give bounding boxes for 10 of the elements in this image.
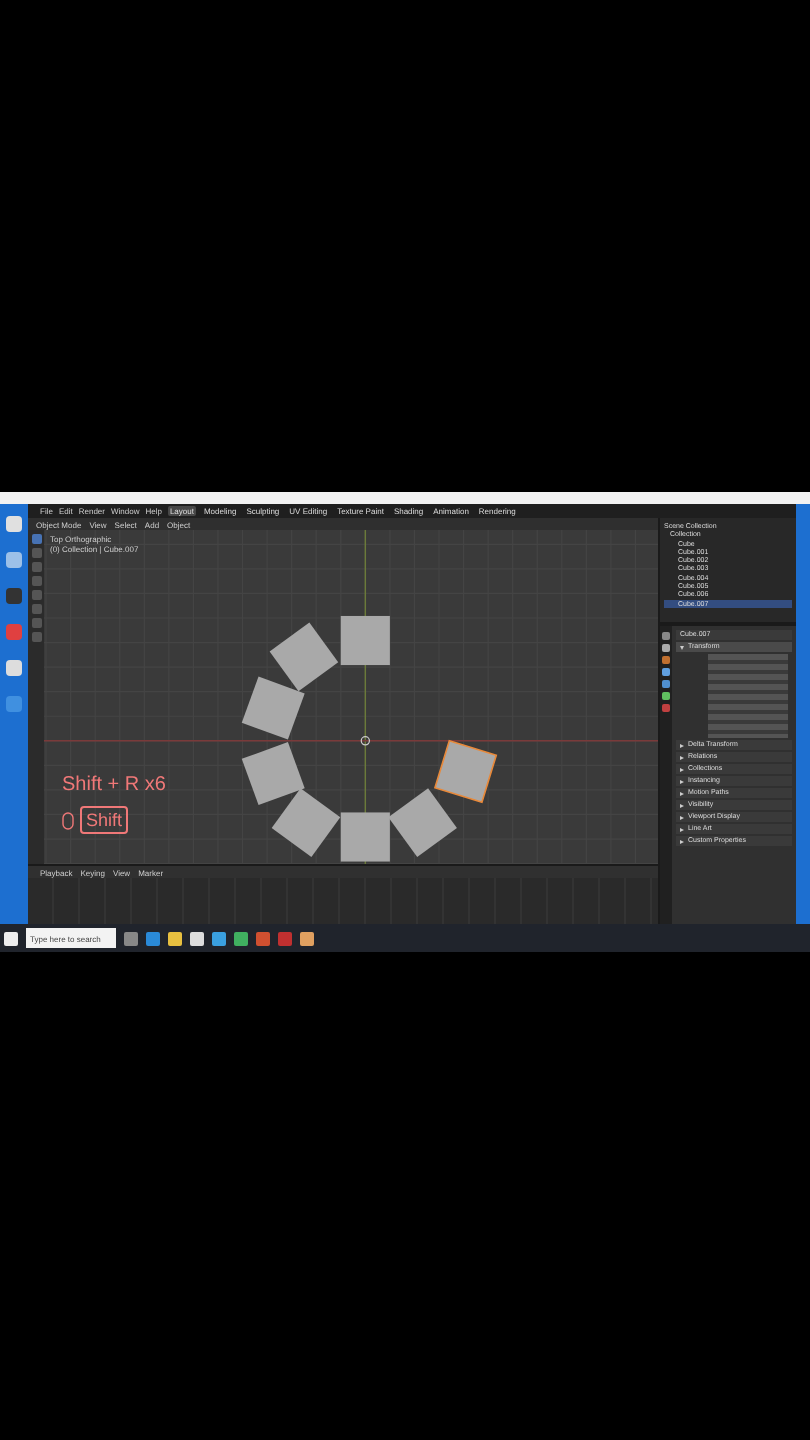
origin-icon (360, 736, 371, 746)
transform-fields[interactable] (708, 654, 788, 738)
mouse-icon (62, 811, 74, 829)
desktop-app-icon[interactable] (6, 588, 22, 604)
desktop-app-icon[interactable] (6, 660, 22, 676)
desktop-app-icon[interactable] (6, 516, 22, 532)
shortcut-caption: Shift + R x6 (62, 774, 166, 796)
start-icon[interactable] (4, 931, 18, 945)
key-badge: Shift (80, 806, 129, 834)
desktop-app-icon[interactable] (6, 552, 22, 568)
